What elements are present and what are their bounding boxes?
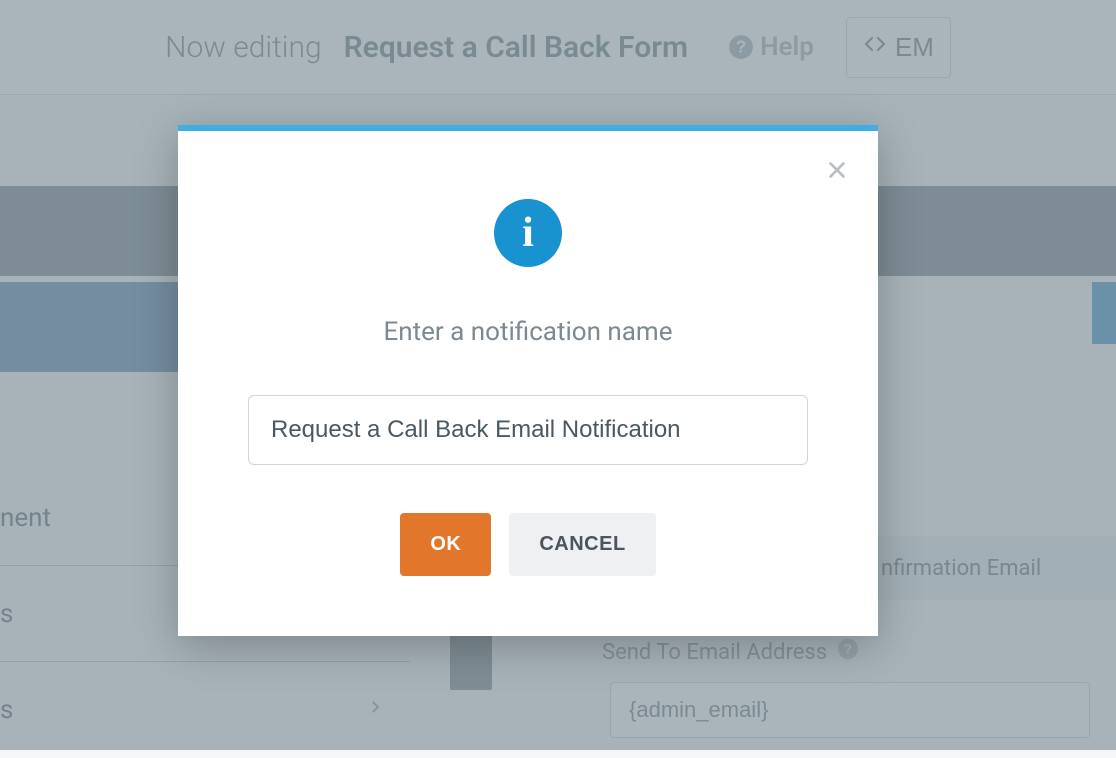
modal-prompt: Enter a notification name (248, 317, 808, 347)
notification-name-input[interactable] (248, 395, 808, 465)
close-button[interactable] (826, 159, 848, 185)
info-glyph: i (522, 209, 534, 257)
info-icon: i (494, 199, 562, 267)
ok-button[interactable]: OK (400, 513, 491, 576)
cancel-button[interactable]: CANCEL (509, 513, 655, 576)
notification-name-modal: i Enter a notification name OK CANCEL (178, 125, 878, 636)
